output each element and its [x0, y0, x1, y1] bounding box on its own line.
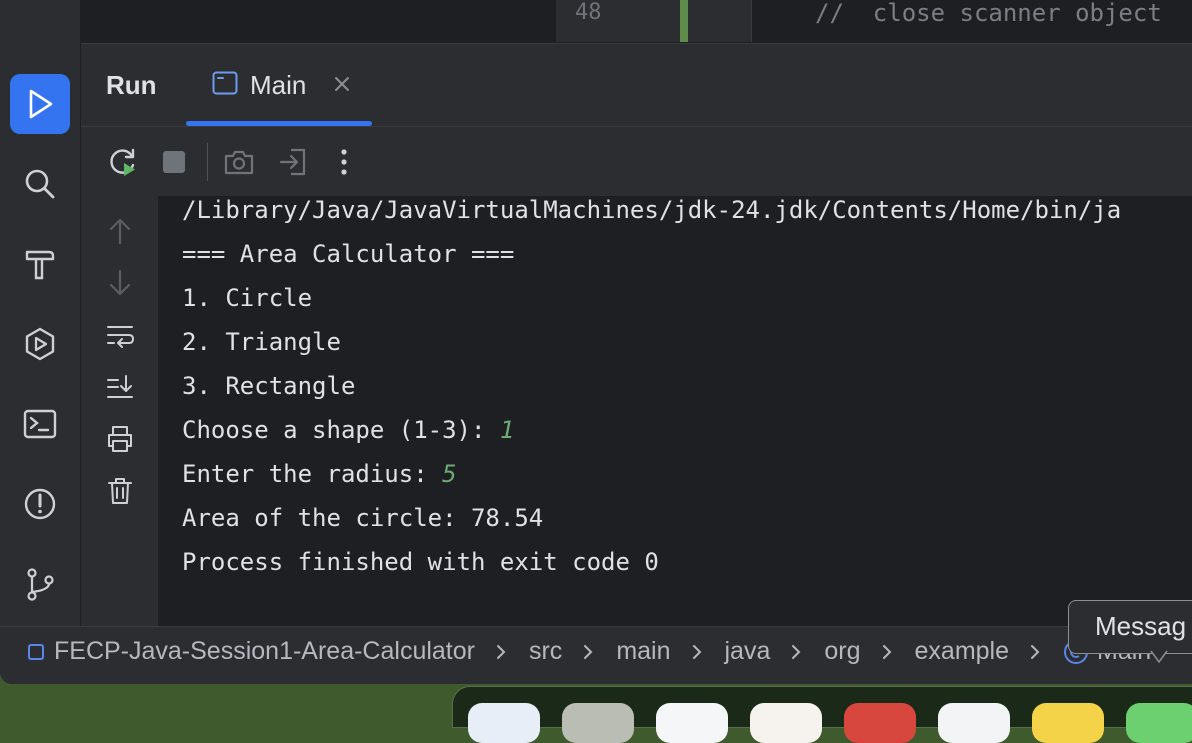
dock-app-safari-icon[interactable]	[656, 703, 728, 743]
build-tool-button[interactable]	[10, 234, 70, 294]
chevron-right-icon	[882, 644, 891, 659]
problems-icon	[24, 488, 56, 520]
trash-icon	[108, 478, 132, 504]
arrow-up-icon	[109, 218, 131, 245]
services-tool-button[interactable]	[10, 314, 70, 374]
dock-app-notes-icon[interactable]	[1032, 703, 1104, 743]
breadcrumb-org[interactable]: org	[824, 637, 860, 666]
run-panel-header: Run Main	[81, 43, 1192, 126]
scroll-down-button[interactable]	[103, 266, 137, 300]
chevron-right-icon	[584, 644, 593, 659]
arrow-down-icon	[109, 269, 131, 296]
ide-window: 48 // close scanner object Run Main /Lib…	[0, 0, 1192, 684]
close-icon[interactable]	[332, 74, 352, 94]
breadcrumb: FECP-Java-Session1-Area-Calculator src m…	[28, 637, 1151, 666]
soft-wrap-icon	[107, 326, 134, 348]
dock-app-contacts-icon[interactable]	[938, 703, 1010, 743]
chevron-right-icon	[496, 644, 506, 659]
print-button[interactable]	[103, 422, 137, 456]
breadcrumb-src[interactable]: src	[529, 637, 562, 666]
console-side-actions	[81, 196, 158, 626]
breadcrumb-project[interactable]: FECP-Java-Session1-Area-Calculator	[54, 637, 475, 666]
tool-window-strip	[0, 0, 81, 626]
breadcrumb-main[interactable]: main	[616, 637, 670, 666]
dock-app-messages-icon[interactable]	[1126, 703, 1192, 743]
dock-app-launchpad-icon[interactable]	[562, 703, 634, 743]
run-icon	[29, 89, 53, 119]
chevron-right-icon	[792, 644, 801, 659]
rerun-button[interactable]	[105, 144, 141, 180]
console-line: === Area Calculator ===	[182, 240, 515, 268]
tooltip-arrow	[1150, 650, 1168, 664]
console-window-icon	[212, 71, 238, 95]
tooltip-text: Messag	[1095, 611, 1187, 641]
tab-main-label: Main	[250, 70, 307, 100]
console-line: 2. Triangle	[182, 328, 341, 356]
user-input-value: 5	[442, 460, 457, 488]
run-tool-button[interactable]	[10, 74, 70, 134]
stop-button[interactable]	[156, 144, 192, 180]
more-vertical-icon	[341, 149, 347, 175]
status-bar: FECP-Java-Session1-Area-Calculator src m…	[0, 626, 1192, 684]
terminal-tool-button[interactable]	[10, 394, 70, 454]
problems-tool-button[interactable]	[10, 474, 70, 534]
more-options-button[interactable]	[326, 144, 362, 180]
tab-main[interactable]: Main	[186, 44, 372, 126]
stop-icon	[163, 151, 185, 173]
console-output[interactable]: /Library/Java/JavaVirtualMachines/jdk-24…	[158, 196, 1192, 626]
user-input-value: 1	[499, 416, 515, 444]
screenshot-button[interactable]	[221, 144, 257, 180]
dock-app-photos-icon[interactable]	[750, 703, 822, 743]
scroll-to-end-icon	[107, 375, 133, 398]
scroll-to-end-button[interactable]	[103, 370, 137, 404]
console-line: Enter the radius: 5	[182, 460, 457, 488]
console-line: /Library/Java/JavaVirtualMachines/jdk-24…	[182, 196, 1122, 224]
dock	[452, 686, 1192, 743]
chevron-right-icon	[692, 644, 701, 659]
console-line: Choose a shape (1-3): 1	[182, 416, 515, 444]
scroll-up-button[interactable]	[103, 214, 137, 248]
console-line: 1. Circle	[182, 284, 313, 312]
vcs-change-marker[interactable]	[680, 0, 688, 42]
build-hammer-icon	[25, 250, 55, 280]
camera-icon	[224, 150, 254, 175]
search-tool-button[interactable]	[10, 154, 70, 214]
breadcrumb-java[interactable]: java	[725, 637, 771, 666]
git-tool-button[interactable]	[10, 554, 70, 614]
soft-wrap-button[interactable]	[103, 319, 137, 353]
run-toolbar	[81, 126, 1192, 197]
breadcrumb-example[interactable]: example	[915, 637, 1010, 666]
code-line: // close scanner object	[815, 0, 1162, 27]
toolbar-separator	[207, 143, 208, 181]
dock-app-finder-icon[interactable]	[468, 703, 540, 743]
search-icon	[25, 169, 55, 199]
rerun-icon	[110, 148, 135, 176]
attach-debugger-button[interactable]	[275, 144, 311, 180]
run-panel-title: Run	[106, 70, 157, 100]
console-line: 3. Rectangle	[182, 372, 356, 400]
chevron-right-icon	[1031, 644, 1040, 659]
line-number: 48	[575, 0, 602, 25]
console-line: Area of the circle: 78.54	[182, 504, 544, 532]
printer-icon	[108, 426, 132, 452]
git-branch-icon	[27, 568, 54, 601]
services-icon	[25, 327, 55, 361]
module-icon	[28, 643, 44, 660]
dock-app-calendar-icon[interactable]	[844, 703, 916, 743]
console-line: Process finished with exit code 0	[182, 548, 659, 576]
terminal-icon	[23, 409, 57, 439]
clear-all-button[interactable]	[103, 474, 137, 508]
tooltip: Messag	[1068, 600, 1192, 654]
login-arrow-icon	[279, 148, 306, 176]
